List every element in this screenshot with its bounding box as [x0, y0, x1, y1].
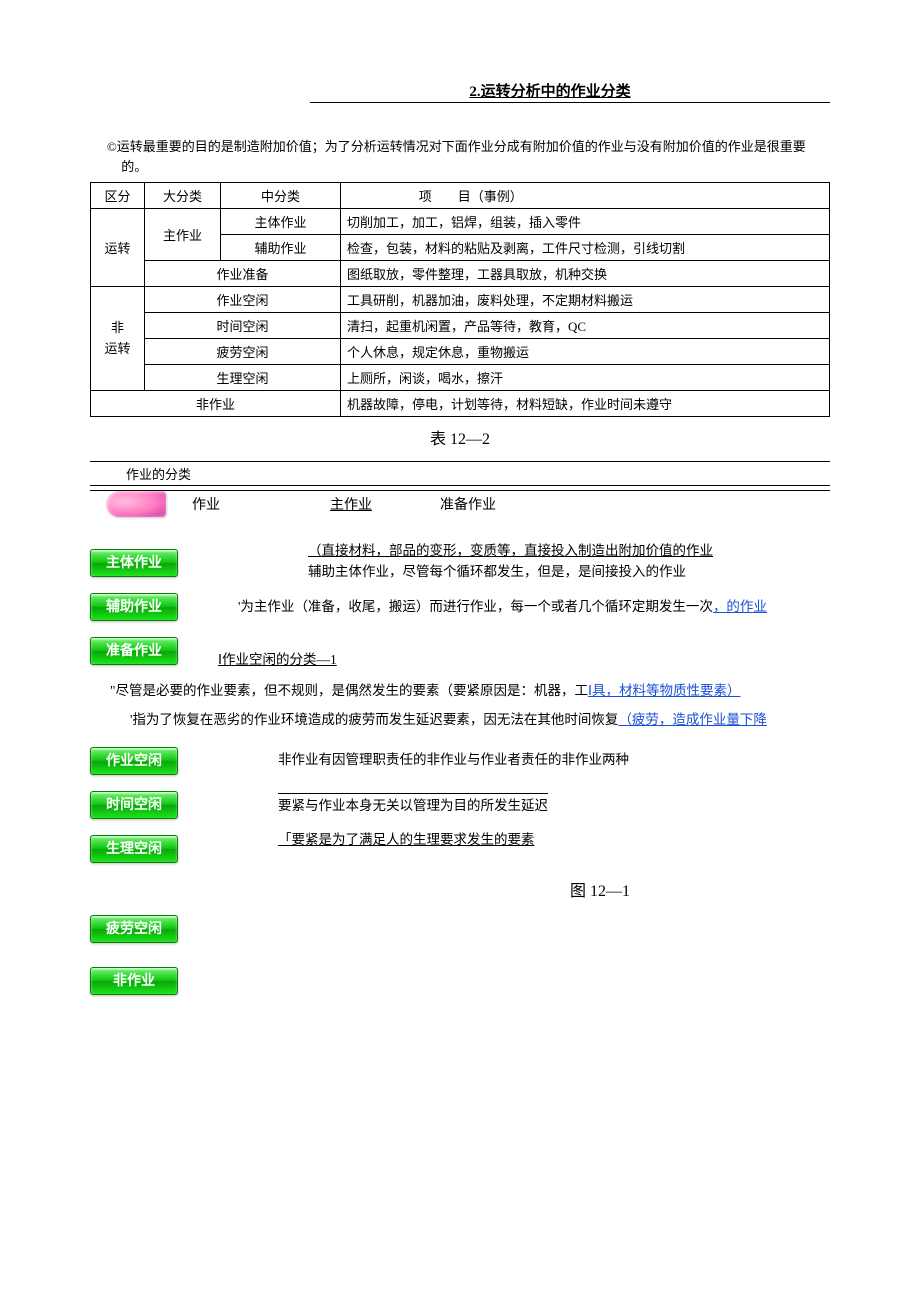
table-caption: 表 12—2	[90, 425, 830, 449]
cell-main-body: 主体作业	[221, 209, 341, 235]
badge-nonwork: 非作业	[90, 967, 178, 995]
table-row: 运转 主作业 主体作业 切削加工，加工，铝焊，组装，插入零件	[91, 209, 830, 235]
link-assist-extra[interactable]: ，的作业	[713, 599, 767, 614]
table-row: 非作业 机器故障，停电，计划等待，材料短缺，作业时间未遵守	[91, 391, 830, 417]
section-title: 2.运转分析中的作业分类	[90, 80, 830, 101]
row-idle-work: 作业空闲 非作业有因管理职责任的非作业与作业者责任的非作业两种	[90, 739, 830, 783]
cell-nonwork: 非作业	[91, 391, 341, 417]
table-header-row: 区分 大分类 中分类 项 目（事例）	[91, 183, 830, 209]
cell-idle-work-ex: 工具研削，机器加油，废料处理，不定期材料搬运	[341, 287, 830, 313]
table-row: 疲劳空闲 个人休息，规定休息，重物搬运	[91, 339, 830, 365]
cell-idle-fat-ex: 个人休息，规定休息，重物搬运	[341, 339, 830, 365]
phys-desc: 「要紧是为了满足人的生理要求发生的要素	[278, 830, 535, 851]
row-idle-phys: 生理空闲 「要紧是为了满足人的生理要求发生的要素	[90, 827, 830, 871]
badge-idle-time: 时间空闲	[90, 791, 178, 819]
cell-idle-time-ex: 清扫，起重机闲置，产品等待，教育，QC	[341, 313, 830, 339]
cell-idle-phys-ex: 上厕所，闲谈，喝水，擦汗	[341, 365, 830, 391]
cell-idle-phys: 生理空闲	[145, 365, 341, 391]
badge-prepare: 准备作业	[90, 637, 178, 665]
cell-idle-time: 时间空闲	[145, 313, 341, 339]
time-desc: 要紧与作业本身无关以管理为目的所发生延迟	[278, 793, 548, 817]
table-row: 时间空闲 清扫，起重机闲置，产品等待，教育，QC	[91, 313, 830, 339]
pink-shape-icon	[106, 491, 166, 517]
badge-idle-fat: 疲劳空闲	[90, 915, 178, 943]
col-header-2: 大分类	[145, 183, 221, 209]
link-idle-work[interactable]: Ⅰ具，材料等物质性要素）	[588, 683, 740, 698]
col-header-1: 区分	[91, 183, 145, 209]
classification-table: 区分 大分类 中分类 项 目（事例） 运转 主作业 主体作业 切削加工，加工，铝…	[90, 182, 830, 417]
figure-caption: 图 12—1	[370, 877, 830, 901]
stub-label-3: 准备作业	[440, 494, 496, 514]
table-row: 非运转 作业空闲 工具研削，机器加油，废料处理，不定期材料搬运	[91, 287, 830, 313]
intro-paragraph: ©运转最重要的目的是制造附加价值；为了分析运转情况对下面作业分成有附加价值的作业…	[90, 137, 830, 176]
cell-prepare-examples: 图纸取放，零件整理，工器具取放，机种交换	[341, 261, 830, 287]
cell-main-work: 主作业	[145, 209, 221, 261]
stub-label-2: 主作业	[330, 494, 372, 514]
col-header-3: 中分类	[221, 183, 341, 209]
cell-idle-fat: 疲劳空闲	[145, 339, 341, 365]
def-main-body: 主体作业 （直接材料，部品的变形，变质等，直接投入制造出附加价值的作业 辅助主体…	[90, 541, 830, 585]
nonwork-desc: 非作业有因管理职责任的非作业与作业者责任的非作业两种	[278, 750, 629, 771]
cell-idle-work: 作业空闲	[145, 287, 341, 313]
cell-prepare: 作业准备	[145, 261, 341, 287]
idle-work-para: "尽管是必要的作业要素，但不规则，是偶然发生的要素（要紧原因是：机器，工Ⅰ具，材…	[110, 681, 830, 702]
row-nonwork: 非作业	[90, 959, 830, 1003]
badge-assist: 辅助作业	[90, 593, 178, 621]
cell-main-body-examples: 切削加工，加工，铝焊，组装，插入零件	[341, 209, 830, 235]
cell-assist-examples: 检查，包装，材料的粘贴及剥离，工件尺寸检测，引线切割	[341, 235, 830, 261]
def-assist-text: '为主作业（准备，收尾，搬运）而进行作业，每一个或者几个循环定期发生一次	[238, 599, 713, 614]
row-idle-fat: 疲劳空闲	[90, 907, 830, 951]
def-assist: 辅助作业 '为主作业（准备，收尾，搬运）而进行作业，每一个或者几个循环定期发生一…	[90, 585, 830, 629]
badge-main-body: 主体作业	[90, 549, 178, 577]
badge-idle-phys: 生理空闲	[90, 835, 178, 863]
col-header-4-text: 项 目（事例）	[347, 186, 595, 205]
idle-heading: Ⅰ作业空闲的分类—1	[218, 652, 337, 667]
row-idle-time: 时间空闲 要紧与作业本身无关以管理为目的所发生延迟	[90, 783, 830, 827]
cell-assist: 辅助作业	[221, 235, 341, 261]
cell-nonwork-ex: 机器故障，停电，计划等待，材料短缺，作业时间未遵守	[341, 391, 830, 417]
idle-work-para-text: "尽管是必要的作业要素，但不规则，是偶然发生的要素（要紧原因是：机器，工	[110, 683, 588, 698]
cell-non-yunzhuan: 非运转	[91, 287, 145, 391]
idle-time-para-text: '指为了恢复在恶劣的作业环境造成的疲劳而发生延迟要素，因无法在其他时间恢复	[130, 712, 618, 727]
badge-idle-work: 作业空闲	[90, 747, 178, 775]
def-prepare: 准备作业 Ⅰ作业空闲的分类—1	[90, 629, 830, 673]
table-row: 作业准备 图纸取放，零件整理，工器具取放，机种交换	[91, 261, 830, 287]
stub-row: 作业 主作业 准备作业	[90, 491, 830, 517]
def-main-body-line1: （直接材料，部品的变形，变质等，直接投入制造出附加价值的作业	[308, 543, 713, 558]
cell-yunzhuan: 运转	[91, 209, 145, 287]
link-idle-time[interactable]: （疲劳，造成作业量下降	[618, 712, 767, 727]
col-header-4: 项 目（事例）	[341, 183, 830, 209]
stub-label-1: 作业	[192, 494, 220, 514]
idle-time-para: '指为了恢复在恶劣的作业环境造成的疲劳而发生延迟要素，因无法在其他时间恢复（疲劳…	[130, 710, 830, 731]
table-row: 生理空闲 上厕所，闲谈，喝水，擦汗	[91, 365, 830, 391]
def-main-body-line2: 辅助主体作业，尽管每个循环都发生，但是，是间接投入的作业	[308, 564, 686, 579]
classification-section-title: 作业的分类	[90, 461, 830, 486]
